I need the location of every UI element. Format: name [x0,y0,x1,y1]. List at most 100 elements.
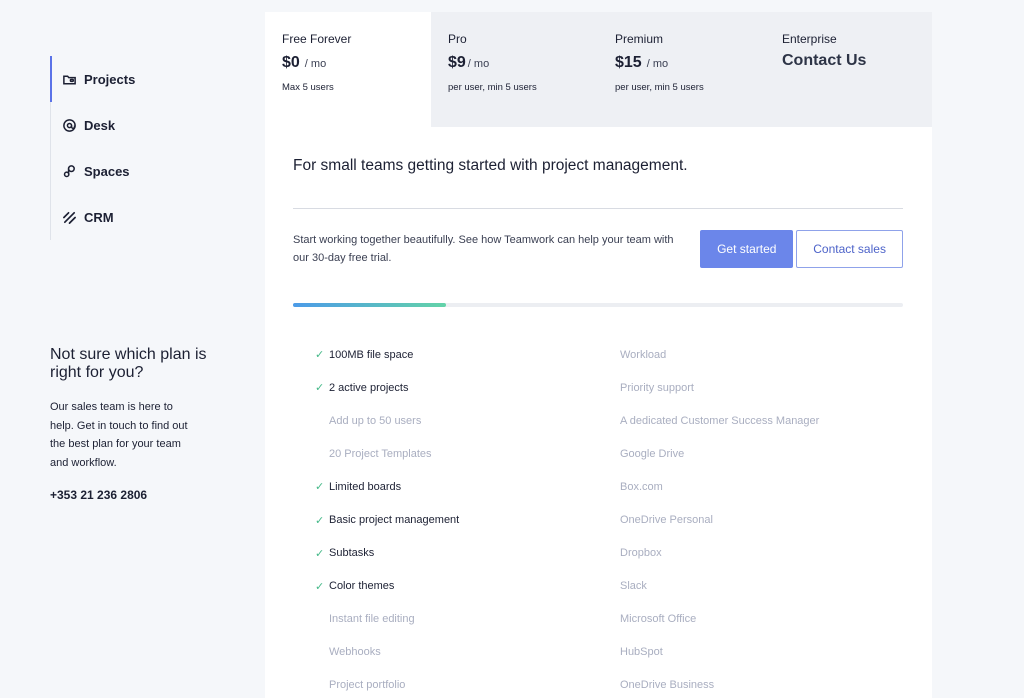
feature-item: 20 Project Templates [315,437,620,470]
plan-tabs: Free Forever $0 / mo Max 5 users Pro $9 … [265,12,932,127]
product-nav: Projects Desk Spaces CRM [50,56,230,240]
feature-list: ✓ 100MB file space ✓ 2 active projects Add u… [293,338,903,698]
plan-price-line: $15 / mo [615,54,748,72]
feature-label: Add up to 50 users [329,414,422,427]
pricing-card: Free Forever $0 / mo Max 5 users Pro $9 … [265,12,932,698]
contact-sales-button[interactable]: Contact sales [796,230,903,268]
check-icon: ✓ [315,514,325,527]
feature-label: 2 active projects [329,381,409,394]
feature-label: Workload [620,348,667,361]
plan-name: Enterprise [782,32,837,46]
feature-label: Webhooks [329,646,381,659]
nav-label: Projects [84,71,136,87]
nav-item-desk[interactable]: Desk [51,102,230,148]
tab-enterprise[interactable]: Enterprise Contact Us [765,12,932,127]
feature-label: 100MB file space [329,348,414,361]
feature-label: OneDrive Business [620,679,715,692]
feature-label: A dedicated Customer Success Manager [620,414,820,427]
plan-progress-bar [293,303,903,307]
help-body: Our sales team is here to help. Get in t… [50,401,188,469]
plan-price-line: $9 / mo [448,54,581,72]
feature-item: Priority support [620,371,880,404]
feature-item: ✓ 100MB file space [315,338,620,371]
plan-note: per user, min 5 users [448,82,537,93]
feature-item: Project portfolio [315,669,620,698]
at-sign-icon [61,117,77,133]
cta-row: Start working together beautifully. See … [293,230,903,268]
feature-item: OneDrive Business [620,669,880,698]
feature-label: Dropbox [620,547,662,560]
feature-label: Microsoft Office [620,613,697,626]
check-icon: ✓ [315,382,325,395]
nav-label: Desk [84,117,116,133]
feature-column-right: Workload Priority support A dedicated Cust… [620,338,880,698]
plan-name: Premium [615,32,664,46]
help-title: Not sure which plan is right for you? [50,346,207,381]
feature-item: Webhooks [315,636,620,669]
plan-price-line: $0 / mo [282,54,414,72]
feature-item: ✓ Limited boards [315,470,620,503]
plan-period: / mo [467,58,490,70]
feature-item: ✓ Subtasks [315,537,620,570]
feature-label: Limited boards [329,480,402,493]
plan-price: $15 [615,54,642,71]
check-icon: ✓ [315,547,325,560]
tab-pro[interactable]: Pro $9 / mo per user, min 5 users [431,12,598,127]
feature-item: Dropbox [620,537,880,570]
plan-period: / mo [304,58,327,70]
nav-item-spaces[interactable]: Spaces [51,148,230,194]
nav-item-crm[interactable]: CRM [51,194,230,240]
feature-label: Subtasks [329,547,375,560]
check-icon: ✓ [315,349,325,362]
folder-icon [61,71,77,87]
feature-item: HubSpot [620,636,880,669]
feature-label: HubSpot [620,646,663,659]
feature-label: Color themes [329,580,395,593]
nav-label: CRM [84,209,114,225]
plan-note: Max 5 users [282,82,334,93]
check-icon: ✓ [315,481,325,494]
feature-label: Priority support [620,381,694,394]
feature-item: ✓ 2 active projects [315,371,620,404]
check-icon: ✓ [315,580,325,593]
plan-price: $9 [448,54,466,71]
feature-column-left: ✓ 100MB file space ✓ 2 active projects Add u… [293,338,620,698]
plan-price: $0 [282,54,300,71]
plan-name: Free Forever [282,32,352,46]
feature-label: Slack [620,580,647,593]
tab-premium[interactable]: Premium $15 / mo per user, min 5 users [598,12,765,127]
divider [293,208,903,209]
get-started-button[interactable]: Get started [700,230,794,268]
feature-item: A dedicated Customer Success Manager [620,404,880,437]
feature-label: Basic project management [329,514,460,527]
feature-item: ✓ Color themes [315,570,620,603]
feature-label: 20 Project Templates [329,447,432,460]
plan-period: / mo [646,58,669,70]
plan-tagline: For small teams getting started with pro… [293,157,688,174]
plan-details: For small teams getting started with pro… [265,157,932,698]
feature-label: Project portfolio [329,679,406,692]
feature-label: Box.com [620,480,663,493]
cta-description: Start working together beautifully. See … [293,233,674,265]
plan-name: Pro [448,32,467,46]
feature-item: OneDrive Personal [620,503,880,536]
feature-item: Add up to 50 users [315,404,620,437]
sales-phone-link[interactable]: +353 21 236 2806 [50,488,230,502]
feature-item: Instant file editing [315,603,620,636]
feature-item: Slack [620,570,880,603]
feature-item: Microsoft Office [620,603,880,636]
plan-progress-fill [293,303,446,307]
sales-help: Not sure which plan is right for you? Ou… [50,346,230,502]
crm-stripes-icon [61,209,77,225]
feature-item: Workload [620,338,880,371]
nav-label: Spaces [84,163,130,179]
enterprise-contact-link[interactable]: Contact Us [782,52,915,70]
nav-item-projects[interactable]: Projects [50,56,230,102]
spaces-icon [61,163,77,179]
feature-label: Google Drive [620,447,685,460]
feature-item: Google Drive [620,437,880,470]
tab-free-forever[interactable]: Free Forever $0 / mo Max 5 users [265,12,431,127]
feature-label: OneDrive Personal [620,514,713,527]
feature-item: ✓ Basic project management [315,503,620,536]
feature-item: Box.com [620,470,880,503]
